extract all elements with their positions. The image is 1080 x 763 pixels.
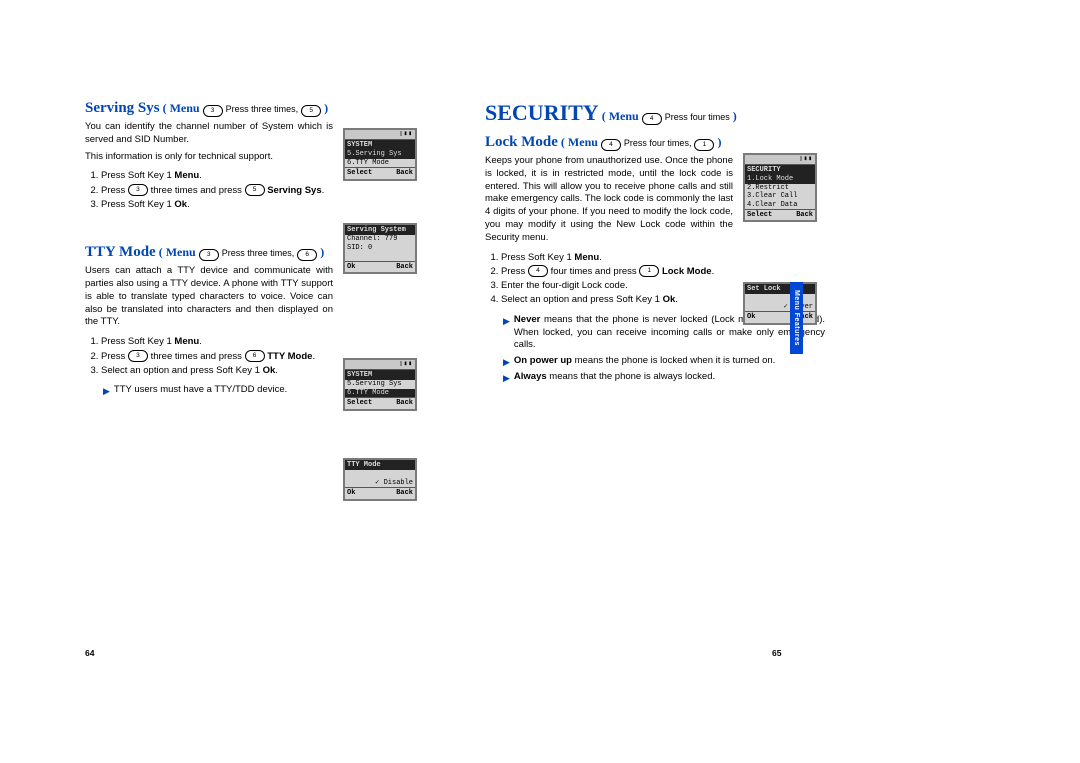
- phone-screen-icon: Serving System Channel: 779 SID: 0 OkBac…: [343, 223, 417, 274]
- steps-list: Press Soft Key 1 Menu. Press 3 three tim…: [85, 169, 354, 212]
- key-icon: 1: [694, 139, 714, 151]
- lcd-statusbar: ▯▮▮: [745, 155, 815, 165]
- step-item: Press 3 three times and press 6 TTY Mode…: [101, 350, 339, 364]
- right-page: SECURITY ( Menu 4 Press four times ) Loc…: [485, 100, 825, 400]
- heading-text: Lock Mode: [485, 134, 558, 151]
- lcd-statusbar: ▯▮▮: [345, 360, 415, 370]
- phone-screen-icon: Set Lock ✓ Never OkBack: [743, 282, 817, 325]
- arrow-icon: ▶: [503, 314, 510, 352]
- body-paragraph: You can identify the channel number of S…: [85, 121, 333, 147]
- key-icon: 3: [128, 184, 148, 196]
- serving-sys-heading: Serving Sys ( Menu 3 Press three times, …: [85, 100, 415, 117]
- key-icon: 4: [601, 139, 621, 151]
- heading-text: Serving Sys: [85, 100, 160, 117]
- key-icon: 4: [642, 113, 662, 125]
- option-item: ▶ On power up means the phone is locked …: [503, 355, 825, 368]
- step-item: Press 4 four times and press 1 Lock Mode…: [501, 265, 825, 279]
- step-item: Press Soft Key 1 Menu.: [101, 335, 416, 349]
- page-number-left: 64: [85, 648, 94, 658]
- body-paragraph: This information is only for technical s…: [85, 151, 333, 164]
- step-item: Press Soft Key 1 Ok.: [101, 198, 354, 212]
- step-item: Press Soft Key 1 Menu.: [501, 251, 825, 265]
- security-heading: SECURITY ( Menu 4 Press four times ): [485, 100, 825, 126]
- lock-mode-heading: Lock Mode ( Menu 4 Press four times, 1 ): [485, 134, 825, 151]
- arrow-icon: ▶: [503, 371, 510, 384]
- key-icon: 5: [301, 105, 321, 117]
- phone-screen-icon: ▯▮▮ SYSTEM 5.Serving Sys 6.TTY Mode Sele…: [343, 358, 417, 411]
- paren-open: (: [163, 101, 167, 116]
- key-icon: 3: [128, 350, 148, 362]
- body-paragraph: Users can attach a TTY device and commun…: [85, 265, 333, 329]
- heading-text: SECURITY: [485, 100, 599, 126]
- page-number-right: 65: [772, 648, 781, 658]
- option-item: ▶ Always means that the phone is always …: [503, 371, 825, 384]
- key-icon: 3: [199, 249, 219, 261]
- lcd-statusbar: ▯▮▮: [345, 130, 415, 140]
- phone-screen-icon: ▯▮▮ SECURITY 1.Lock Mode 2.Restrict 3.Cl…: [743, 153, 817, 222]
- heading-text: TTY Mode: [85, 244, 156, 261]
- menu-label: Menu: [170, 101, 200, 116]
- step-item: Press 3 three times and press 5 Serving …: [101, 184, 354, 198]
- arrow-icon: ▶: [503, 355, 510, 368]
- section-tab: Menu Features: [790, 282, 803, 354]
- key-icon: 4: [528, 265, 548, 277]
- key-icon: 6: [297, 249, 317, 261]
- phone-screen-icon: TTY Mode ✓ Disable OkBack: [343, 458, 417, 501]
- key-icon: 6: [245, 350, 265, 362]
- key-icon: 3: [203, 105, 223, 117]
- paren-close: ): [324, 101, 328, 116]
- key-icon: 1: [639, 265, 659, 277]
- nav-text: Press three times,: [226, 104, 299, 114]
- body-paragraph: Keeps your phone from unauthorized use. …: [485, 155, 733, 245]
- step-item: Press Soft Key 1 Menu.: [101, 169, 354, 183]
- left-page: Serving Sys ( Menu 3 Press three times, …: [85, 100, 415, 400]
- arrow-icon: ▶: [103, 384, 110, 397]
- phone-screen-icon: ▯▮▮ SYSTEM 5.Serving Sys 6.TTY Mode Sele…: [343, 128, 417, 181]
- key-icon: 5: [245, 184, 265, 196]
